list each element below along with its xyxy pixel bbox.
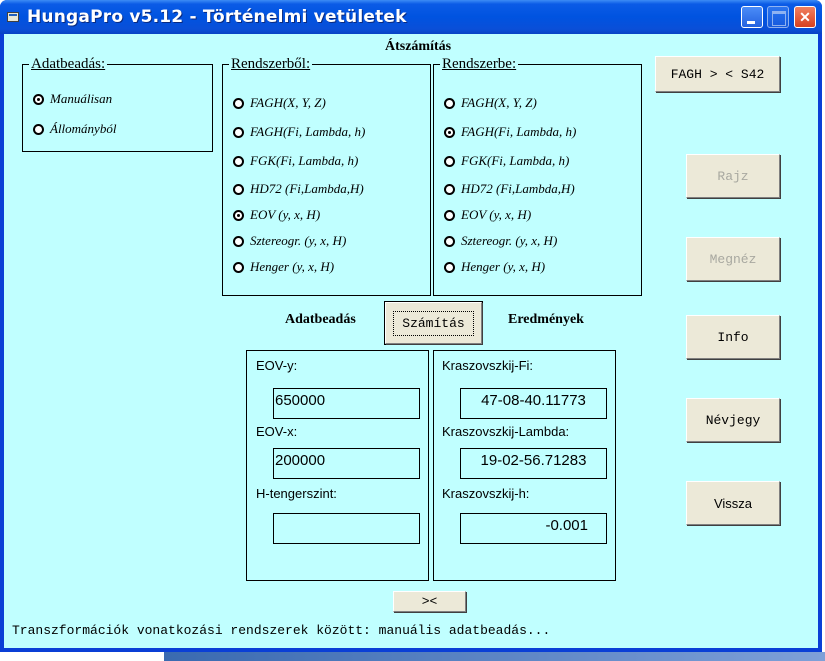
close-button[interactable]: ✕ — [794, 6, 816, 28]
radio-indicator — [233, 183, 244, 195]
radio-from-file[interactable]: Állományból — [33, 120, 116, 138]
minimize-button[interactable] — [741, 6, 763, 28]
radio-label: FGK(Fi, Lambda, h) — [461, 153, 570, 168]
lambda-output[interactable]: 19-02-56.71283 — [460, 448, 607, 479]
rajz-button[interactable]: Rajz — [686, 154, 780, 198]
from-radio-fgk[interactable]: FGK(Fi, Lambda, h) — [233, 152, 358, 170]
to-radio-fgk[interactable]: FGK(Fi, Lambda, h) — [444, 152, 569, 170]
radio-label: Henger (y, x, H) — [250, 259, 335, 274]
radio-indicator — [444, 261, 455, 273]
h-label: Kraszovszkij-h: — [442, 486, 530, 501]
from-radio-fagh-fi[interactable]: FAGH(Fi, Lambda, h) — [233, 123, 365, 141]
radio-label: HD72 (Fi,Lambda,H) — [250, 181, 364, 196]
radio-label: FAGH(X, Y, Z) — [461, 95, 537, 110]
input-mode-legend: Adatbeadás: — [29, 56, 108, 73]
radio-indicator — [33, 123, 44, 135]
info-button[interactable]: Info — [686, 315, 780, 359]
page-title: Átszámítás — [385, 39, 452, 54]
radio-indicator — [33, 93, 44, 105]
fi-output[interactable]: 47-08-40.11773 — [460, 388, 607, 419]
swap-button[interactable]: >< — [393, 591, 466, 612]
from-radio-fagh-xyz[interactable]: FAGH(X, Y, Z) — [233, 94, 326, 112]
radio-indicator — [233, 261, 244, 273]
app-window: HungaPro v5.12 - Történelmi vetületek ✕ … — [0, 0, 822, 652]
radio-indicator — [444, 155, 455, 167]
input-mode-group: Adatbeadás: Manuálisan Állományból — [22, 56, 213, 152]
radio-label: HD72 (Fi,Lambda,H) — [461, 181, 575, 196]
radio-indicator — [233, 235, 244, 247]
from-radio-sztereogr[interactable]: Sztereogr. (y, x, H) — [233, 232, 346, 250]
to-radio-hd72[interactable]: HD72 (Fi,Lambda,H) — [444, 180, 575, 198]
results-heading: Eredmények — [508, 312, 584, 327]
to-radio-eov[interactable]: EOV (y, x, H) — [444, 206, 531, 224]
radio-indicator — [444, 209, 455, 221]
input-panel: EOV-y: 650000 EOV-x: 200000 H-tengerszin… — [246, 350, 429, 581]
eov-x-input[interactable]: 200000 — [273, 448, 420, 479]
to-radio-fagh-xyz[interactable]: FAGH(X, Y, Z) — [444, 94, 537, 112]
radio-label: FAGH(Fi, Lambda, h) — [461, 124, 577, 139]
compute-button-label: Számítás — [393, 310, 474, 336]
from-radio-henger[interactable]: Henger (y, x, H) — [233, 258, 334, 276]
app-icon[interactable] — [7, 12, 19, 22]
eov-y-input[interactable]: 650000 — [273, 388, 420, 419]
close-icon: ✕ — [799, 9, 811, 25]
radio-manual[interactable]: Manuálisan — [33, 90, 112, 108]
to-system-group: Rendszerbe: FAGH(X, Y, Z) FAGH(Fi, Lambd… — [433, 56, 642, 296]
compute-button[interactable]: Számítás — [385, 302, 482, 344]
input-heading: Adatbeadás — [285, 312, 356, 327]
to-radio-henger[interactable]: Henger (y, x, H) — [444, 258, 545, 276]
h-sea-level-input[interactable] — [273, 513, 420, 544]
radio-indicator — [444, 97, 455, 109]
title-bar[interactable]: HungaPro v5.12 - Történelmi vetületek ✕ — [0, 0, 822, 34]
client-area: Átszámítás Adatbeadás: Manuálisan Állomá… — [4, 34, 818, 648]
radio-label: Manuálisan — [50, 91, 113, 106]
fi-label: Kraszovszkij-Fi: — [442, 358, 534, 373]
h-sea-level-label: H-tengerszint: — [256, 486, 337, 501]
status-text: Transzformációk vonatkozási rendszerek k… — [12, 623, 551, 638]
radio-indicator — [444, 126, 455, 138]
maximize-button[interactable] — [767, 6, 789, 28]
radio-label: EOV (y, x, H) — [461, 207, 532, 222]
radio-label: Sztereogr. (y, x, H) — [250, 233, 347, 248]
to-radio-sztereogr[interactable]: Sztereogr. (y, x, H) — [444, 232, 557, 250]
radio-label: Állományból — [50, 121, 117, 136]
fagh-s42-button[interactable]: FAGH > < S42 — [655, 56, 780, 92]
to-system-legend: Rendszerbe: — [440, 56, 519, 73]
megnez-button[interactable]: Megnéz — [686, 237, 780, 281]
radio-label: FAGH(Fi, Lambda, h) — [250, 124, 366, 139]
from-system-group: Rendszerből: FAGH(X, Y, Z) FAGH(Fi, Lamb… — [222, 56, 431, 296]
radio-label: EOV (y, x, H) — [250, 207, 321, 222]
to-radio-fagh-fi[interactable]: FAGH(Fi, Lambda, h) — [444, 123, 576, 141]
radio-indicator — [233, 209, 244, 221]
from-system-legend: Rendszerből: — [229, 56, 313, 73]
from-radio-eov[interactable]: EOV (y, x, H) — [233, 206, 320, 224]
radio-label: Henger (y, x, H) — [461, 259, 546, 274]
radio-indicator — [233, 155, 244, 167]
radio-indicator — [444, 183, 455, 195]
radio-indicator — [233, 126, 244, 138]
window-title: HungaPro v5.12 - Történelmi vetületek — [27, 7, 407, 27]
background-strip — [164, 652, 825, 661]
h-output[interactable]: -0.001 — [460, 513, 607, 544]
radio-indicator — [444, 235, 455, 247]
lambda-label: Kraszovszkij-Lambda: — [442, 424, 570, 439]
nevjegy-button[interactable]: Névjegy — [686, 398, 780, 442]
from-radio-hd72[interactable]: HD72 (Fi,Lambda,H) — [233, 180, 364, 198]
radio-label: Sztereogr. (y, x, H) — [461, 233, 558, 248]
radio-label: FGK(Fi, Lambda, h) — [250, 153, 359, 168]
results-panel: Kraszovszkij-Fi: 47-08-40.11773 Kraszovs… — [433, 350, 616, 581]
vissza-button[interactable]: Vissza — [686, 481, 780, 525]
eov-x-label: EOV-x: — [256, 424, 298, 439]
eov-y-label: EOV-y: — [256, 358, 298, 373]
radio-label: FAGH(X, Y, Z) — [250, 95, 326, 110]
radio-indicator — [233, 97, 244, 109]
